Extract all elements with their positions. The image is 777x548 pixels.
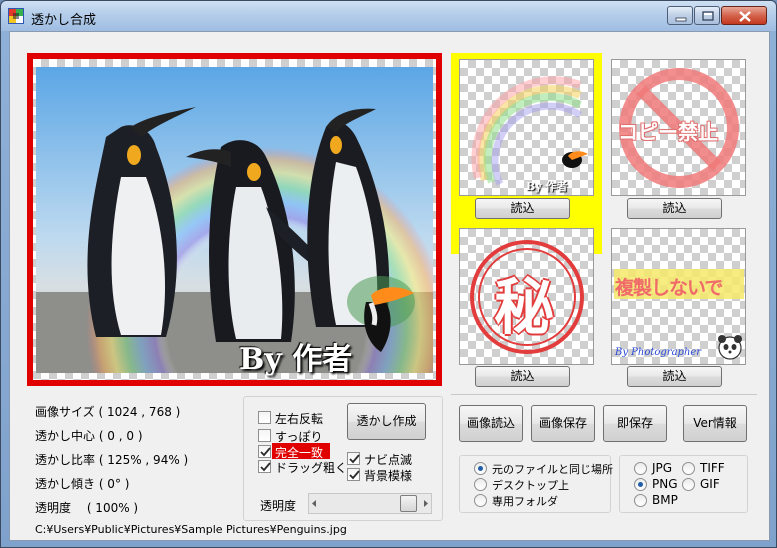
thumb-caption-3: 秘 (494, 273, 554, 343)
thumbnail-rainbow-toucan[interactable]: By 作者 (459, 59, 594, 196)
exact-match-checkbox[interactable] (258, 445, 271, 458)
opacity-value-label: 透明度 ( 100% ) (35, 501, 139, 515)
title-bar[interactable]: 透かし合成 (1, 1, 776, 31)
minimize-icon (675, 17, 687, 22)
watermark-ratio-label: 透かし比率 ( 125% , 94% ) (35, 453, 189, 467)
version-info-button[interactable]: Ver情報 (683, 405, 747, 442)
thumb-caption-4: 複製しないで (615, 277, 723, 299)
load-thumb-1-button[interactable]: 読込 (475, 198, 570, 219)
format-gif-radio[interactable] (682, 478, 695, 491)
thumbnail-secret-seal[interactable]: 秘 (459, 228, 594, 365)
load-thumb-2-button[interactable]: 読込 (627, 198, 722, 219)
save-location-folder-label: 専用フォルダ (492, 495, 558, 508)
check-icon (349, 470, 360, 480)
format-png-radio[interactable] (634, 478, 647, 491)
bg-pattern-label: 背景模様 (364, 469, 413, 483)
format-png-label: PNG (652, 477, 678, 491)
create-watermark-button[interactable]: 透かし作成 (347, 403, 426, 440)
maximize-icon (702, 11, 714, 21)
watermark-center-label: 透かし中心 ( 0 , 0 ) (35, 429, 143, 443)
thumb-caption-1: By 作者 (526, 180, 568, 193)
quick-save-button[interactable]: 即保存 (603, 405, 667, 442)
slider-left-arrow-icon[interactable] (309, 494, 319, 513)
format-tiff-radio[interactable] (682, 462, 695, 475)
format-gif-label: GIF (700, 477, 720, 491)
load-thumb-4-button[interactable]: 読込 (627, 366, 722, 387)
main-preview-frame[interactable]: By 作者 (27, 53, 442, 386)
bg-pattern-checkbox[interactable] (347, 468, 360, 481)
slider-right-arrow-icon[interactable] (421, 494, 431, 513)
format-bmp-radio[interactable] (634, 494, 647, 507)
nav-blink-label: ナビ点滅 (364, 453, 413, 467)
close-icon (739, 11, 751, 22)
penguins-photo[interactable] (36, 67, 433, 373)
format-tiff-label: TIFF (700, 461, 725, 475)
save-location-same-radio[interactable] (474, 462, 487, 475)
opacity-label: 透明度 (260, 499, 297, 513)
minimize-button[interactable] (667, 6, 693, 25)
flip-horizontal-label: 左右反転 (275, 412, 324, 426)
divider (451, 394, 757, 395)
app-window: 透かし合成 By 作者 By 作者 読込 コピー禁止 読込 秘 読込 複製しない… (0, 0, 777, 548)
drag-coarse-label: ドラッグ粗く (275, 461, 348, 475)
rainbow-arc-icon (471, 76, 588, 186)
save-location-desktop-label: デスクトップ上 (492, 479, 569, 492)
panda-icon (718, 335, 742, 360)
load-image-button[interactable]: 画像読込 (459, 405, 523, 442)
thumb-subcaption-4: By Photographer (615, 347, 702, 358)
check-icon (260, 447, 271, 457)
window-title: 透かし合成 (31, 13, 97, 28)
check-icon (349, 454, 360, 464)
thumbnail-no-copy[interactable]: コピー禁止 (611, 59, 746, 196)
save-location-desktop-radio[interactable] (474, 478, 487, 491)
main-watermark-text: By 作者 (239, 342, 353, 377)
drag-coarse-checkbox[interactable] (258, 460, 271, 473)
thumb-caption-2: コピー禁止 (618, 120, 718, 144)
fit-exact-checkbox[interactable] (258, 429, 271, 442)
file-path-label: C:¥Users¥Public¥Pictures¥Sample Pictures… (35, 523, 347, 536)
check-icon (260, 462, 271, 472)
opacity-slider[interactable] (308, 493, 432, 514)
image-size-label: 画像サイズ ( 1024 , 768 ) (35, 405, 181, 419)
client-area: By 作者 By 作者 読込 コピー禁止 読込 秘 読込 複製しないで By P… (9, 31, 770, 541)
thumbnail-do-not-duplicate[interactable]: 複製しないで By Photographer (611, 228, 746, 365)
app-icon[interactable] (8, 8, 24, 24)
format-bmp-label: BMP (652, 493, 678, 507)
nav-blink-checkbox[interactable] (347, 452, 360, 465)
format-jpg-radio[interactable] (634, 462, 647, 475)
slider-thumb[interactable] (400, 495, 417, 512)
flip-horizontal-checkbox[interactable] (258, 411, 271, 424)
save-location-folder-radio[interactable] (474, 494, 487, 507)
close-button[interactable] (721, 6, 767, 25)
watermark-tilt-label: 透かし傾き ( 0° ) (35, 477, 130, 491)
save-location-same-label: 元のファイルと同じ場所 (492, 463, 613, 476)
load-thumb-3-button[interactable]: 読込 (475, 366, 570, 387)
maximize-button[interactable] (694, 6, 720, 25)
format-jpg-label: JPG (652, 461, 673, 475)
save-image-button[interactable]: 画像保存 (531, 405, 595, 442)
